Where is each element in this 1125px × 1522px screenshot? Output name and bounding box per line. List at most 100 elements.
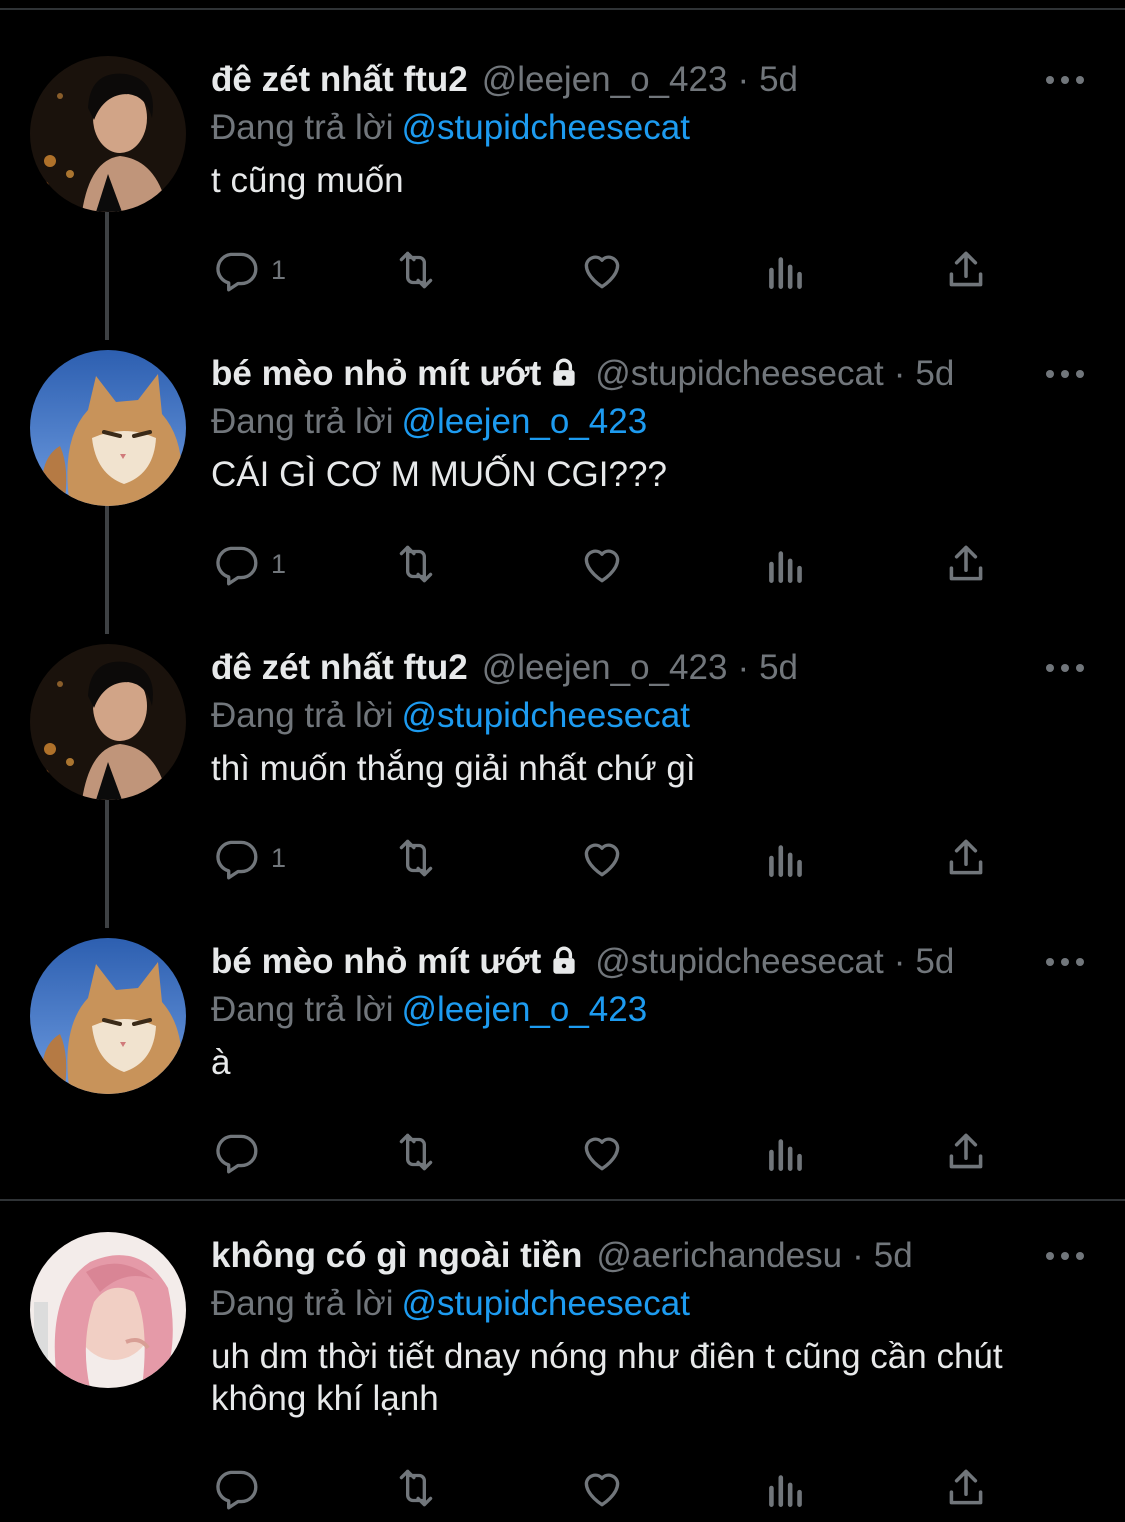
reply-prefix: Đang trả lời (211, 990, 394, 1029)
reply-button[interactable]: 1 (211, 244, 286, 296)
retweet-button[interactable] (391, 832, 441, 884)
more-icon[interactable] (1041, 938, 1089, 986)
tweet-header: không có gì ngoài tiền @aerichandesu · 5d (211, 1232, 913, 1280)
action-bar: 1 (211, 538, 1011, 590)
like-icon (584, 255, 620, 289)
tweet-text: thì muốn thắng giải nhất chứ gì (211, 749, 696, 788)
like-button[interactable] (577, 538, 627, 590)
separator-dot: · (893, 942, 906, 981)
reply-icon (216, 1134, 258, 1174)
mention-link[interactable]: @leejen_o_423 (401, 990, 647, 1029)
avatar[interactable] (30, 938, 186, 1094)
share-button[interactable] (941, 244, 991, 296)
timestamp[interactable]: 5d (874, 1236, 913, 1275)
retweet-icon (399, 545, 433, 583)
views-button[interactable] (761, 1126, 811, 1178)
avatar[interactable] (30, 350, 186, 506)
like-icon (584, 843, 620, 877)
share-icon (949, 1469, 983, 1505)
user-handle[interactable]: @leejen_o_423 (482, 60, 728, 99)
mention-link[interactable]: @leejen_o_423 (401, 402, 647, 441)
views-icon (769, 1475, 802, 1507)
display-name[interactable]: đê zét nhất ftu2 (211, 648, 468, 687)
retweet-button[interactable] (391, 1462, 441, 1514)
avatar[interactable] (30, 56, 186, 212)
retweet-button[interactable] (391, 244, 441, 296)
retweet-icon (399, 839, 433, 877)
reply-prefix: Đang trả lời (211, 696, 394, 735)
views-button[interactable] (761, 244, 811, 296)
reply-count: 1 (271, 842, 287, 873)
retweet-icon (399, 1469, 433, 1507)
retweet-icon (399, 251, 433, 289)
share-icon (949, 545, 983, 581)
share-button[interactable] (941, 538, 991, 590)
timestamp[interactable]: 5d (915, 354, 954, 393)
replying-to: Đang trả lời @leejen_o_423 (211, 986, 647, 1034)
replying-to: Đang trả lời @leejen_o_423 (211, 398, 647, 446)
reply-button[interactable]: 1 (211, 832, 286, 884)
mention-link[interactable]: @stupidcheesecat (401, 108, 689, 147)
tweet-text: uh dm thời tiết dnay nóng như điên t cũn… (211, 1337, 1003, 1418)
like-button[interactable] (577, 244, 627, 296)
views-button[interactable] (761, 1462, 811, 1514)
user-handle[interactable]: @stupidcheesecat (595, 354, 883, 393)
timestamp[interactable]: 5d (759, 648, 798, 687)
tweet-text: à (211, 1043, 231, 1082)
views-icon (769, 845, 802, 877)
reply-count: 1 (271, 548, 287, 579)
thread-line (105, 504, 109, 634)
action-bar (211, 1462, 1011, 1514)
timestamp[interactable]: 5d (915, 942, 954, 981)
more-icon[interactable] (1041, 350, 1089, 398)
display-name[interactable]: bé mèo nhỏ mít ướt (211, 942, 541, 981)
views-icon (769, 551, 802, 583)
like-button[interactable] (577, 832, 627, 884)
reply-prefix: Đang trả lời (211, 1284, 394, 1323)
mention-link[interactable]: @stupidcheesecat (401, 1284, 689, 1323)
retweet-button[interactable] (391, 538, 441, 590)
more-icon[interactable] (1041, 1232, 1089, 1280)
reply-button[interactable] (211, 1126, 271, 1178)
like-icon (584, 1137, 620, 1171)
avatar[interactable] (30, 1232, 186, 1388)
tweet-header: bé mèo nhỏ mít ướt @stupidcheesecat · 5d (211, 938, 954, 986)
reply-icon (216, 546, 258, 586)
avatar-man-image (30, 56, 186, 212)
views-button[interactable] (761, 832, 811, 884)
action-bar (211, 1126, 1011, 1178)
retweet-button[interactable] (391, 1126, 441, 1178)
user-handle[interactable]: @aerichandesu (596, 1236, 842, 1275)
share-button[interactable] (941, 832, 991, 884)
share-button[interactable] (941, 1126, 991, 1178)
user-handle[interactable]: @stupidcheesecat (595, 942, 883, 981)
more-icon[interactable] (1041, 56, 1089, 104)
reply-count: 1 (271, 254, 287, 285)
reply-icon (216, 840, 258, 880)
timestamp[interactable]: 5d (759, 60, 798, 99)
avatar-cat-image (30, 350, 186, 506)
views-icon (769, 257, 802, 289)
more-icon[interactable] (1041, 644, 1089, 692)
like-button[interactable] (577, 1462, 627, 1514)
display-name[interactable]: đê zét nhất ftu2 (211, 60, 468, 99)
reply-button[interactable]: 1 (211, 538, 286, 590)
like-icon (584, 1473, 620, 1507)
display-name[interactable]: bé mèo nhỏ mít ướt (211, 354, 541, 393)
thread-divider (0, 1199, 1125, 1201)
like-button[interactable] (577, 1126, 627, 1178)
share-button[interactable] (941, 1462, 991, 1514)
replying-to: Đang trả lời @stupidcheesecat (211, 1280, 690, 1328)
display-name[interactable]: không có gì ngoài tiền (211, 1236, 582, 1275)
avatar-girl-image (30, 1232, 186, 1388)
reply-button[interactable] (211, 1462, 271, 1514)
user-handle[interactable]: @leejen_o_423 (482, 648, 728, 687)
mention-link[interactable]: @stupidcheesecat (401, 696, 689, 735)
views-button[interactable] (761, 538, 811, 590)
reply-icon (216, 1470, 258, 1510)
share-icon (949, 839, 983, 875)
tweet-header: đê zét nhất ftu2 @leejen_o_423 · 5d (211, 56, 798, 104)
avatar-cat-image (30, 938, 186, 1094)
share-icon (949, 251, 983, 287)
avatar[interactable] (30, 644, 186, 800)
